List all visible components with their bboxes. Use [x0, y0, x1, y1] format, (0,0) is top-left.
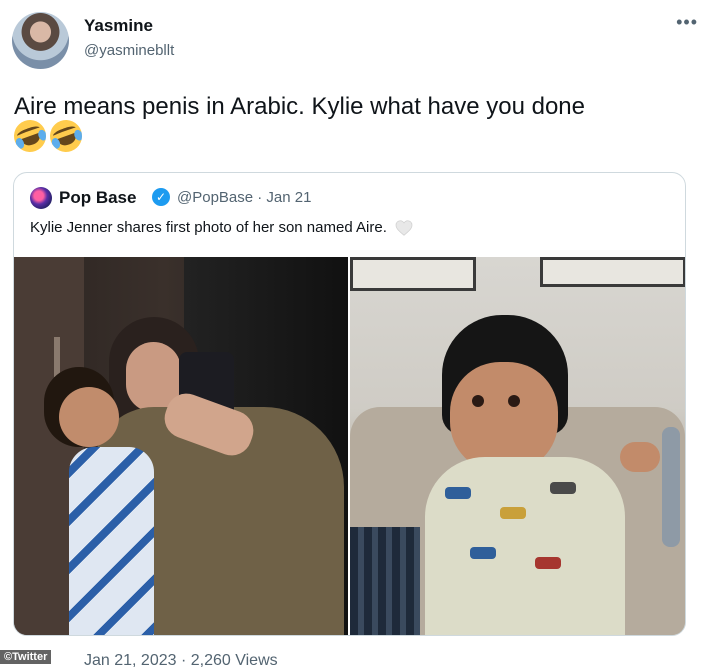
- quoted-text-body: Kylie Jenner shares first photo of her s…: [30, 219, 387, 236]
- rolling-laughing-emoji-icon: [9, 115, 51, 157]
- quoted-tweet[interactable]: Pop Base ✓ @PopBase · Jan 21 Kylie Jenne…: [13, 172, 686, 636]
- tweet-text: Aire means penis in Arabic. Kylie what h…: [14, 93, 585, 120]
- quoted-avatar[interactable]: [30, 187, 52, 209]
- verified-badge-icon: ✓: [152, 188, 170, 206]
- photo-mirror-selfie[interactable]: [14, 257, 348, 635]
- quoted-text: Kylie Jenner shares first photo of her s…: [30, 219, 413, 236]
- quoted-display-name[interactable]: Pop Base: [59, 188, 136, 208]
- quoted-meta: @PopBase · Jan 21: [177, 189, 312, 206]
- user-avatar[interactable]: [12, 12, 69, 69]
- tweet-footer-meta: Jan 21, 2023 · 2,260 Views: [84, 652, 278, 669]
- display-name[interactable]: Yasmine: [84, 16, 153, 36]
- photo-baby-beanie[interactable]: [350, 257, 685, 635]
- user-handle[interactable]: @yasminebllt: [84, 42, 174, 59]
- white-heart-icon: [395, 220, 413, 236]
- rolling-laughing-emoji-icon: [45, 115, 87, 157]
- emoji-row: [9, 115, 87, 157]
- image-credit: ©Twitter: [0, 650, 52, 664]
- more-options-icon[interactable]: •••: [676, 12, 698, 33]
